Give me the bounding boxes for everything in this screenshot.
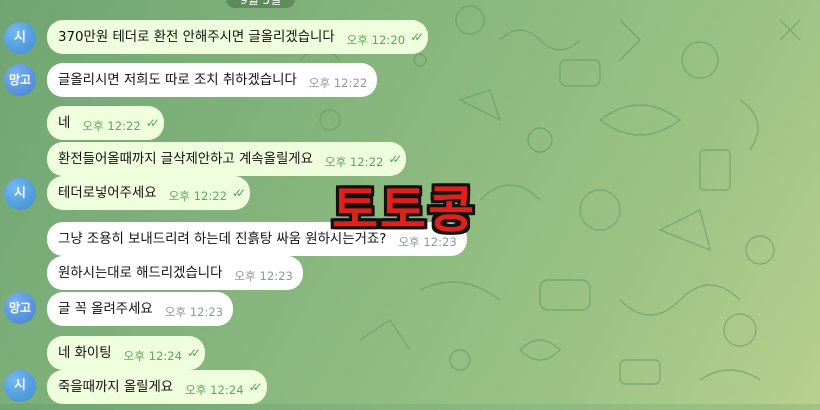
message-time: 오후 12:22 — [168, 189, 227, 203]
double-check-icon: ✓✓ — [232, 186, 246, 200]
message-bubble[interactable]: 원하시는대로 해드리겠습니다 오후 12:23 — [47, 256, 303, 290]
watermark-logo: 토토콩 — [332, 181, 476, 239]
message-row: 시 죽을때까지 올릴게요 오후 12:24 ✓✓ — [0, 370, 820, 410]
message-time: 오후 12:24 — [185, 383, 244, 397]
avatar[interactable]: 시 — [4, 370, 36, 402]
message-bubble[interactable]: 370만원 테더로 환전 안해주시면 글올리겠습니다 오후 12:20 ✓✓ — [47, 20, 429, 54]
double-check-icon: ✓✓ — [410, 30, 424, 44]
message-row: 망고 글 꼭 올려주세요 오후 12:23 — [0, 290, 820, 330]
avatar[interactable]: 망고 — [4, 64, 36, 96]
message-text: 네 — [58, 116, 71, 131]
message-bubble[interactable]: 글올리시면 저희도 따로 조치 취하겠습니다 오후 12:22 — [47, 63, 378, 97]
message-time: 오후 12:23 — [234, 269, 293, 283]
message-bubble[interactable]: 네 화이팅 오후 12:24 ✓✓ — [47, 336, 206, 370]
message-row: 네 오후 12:22 ✓✓ — [0, 106, 820, 146]
message-time: 오후 12:23 — [164, 305, 224, 319]
message-row: 시 370만원 테더로 환전 안해주시면 글올리겠습니다 오후 12:20 ✓✓ — [0, 18, 820, 58]
message-text: 네 화이팅 — [58, 346, 112, 361]
message-text: 환전들어올때까지 글삭제안하고 계속올릴게요 — [58, 152, 313, 167]
message-text: 테더로넣어주세요 — [58, 186, 157, 201]
date-separator: 9월 5일 — [226, 0, 296, 8]
avatar[interactable]: 시 — [4, 178, 36, 210]
message-bubble[interactable]: 글 꼭 올려주세요 오후 12:23 — [47, 292, 234, 326]
message-text: 죽을때까지 올릴게요 — [58, 380, 174, 395]
double-check-icon: ✓✓ — [145, 116, 160, 130]
double-check-icon: ✓✓ — [248, 380, 263, 394]
message-bubble[interactable]: 테더로넣어주세요 오후 12:22 ✓✓ — [47, 176, 251, 210]
avatar[interactable]: 시 — [4, 22, 36, 54]
message-time: 오후 12:20 — [346, 33, 406, 47]
message-text: 원하시는대로 해드리겠습니다 — [58, 266, 223, 281]
message-text: 글 꼭 올려주세요 — [58, 302, 153, 317]
message-text: 370만원 테더로 환전 안해주시면 글올리겠습니다 — [58, 30, 335, 45]
message-time: 오후 12:22 — [308, 76, 368, 90]
double-check-icon: ✓✓ — [186, 346, 201, 360]
message-row: 망고 글올리시면 저희도 따로 조치 취하겠습니다 오후 12:22 — [0, 60, 820, 100]
message-time: 오후 12:22 — [82, 119, 141, 133]
message-text: 글올리시면 저희도 따로 조치 취하겠습니다 — [58, 73, 297, 88]
avatar[interactable]: 망고 — [4, 292, 36, 324]
message-time: 오후 12:24 — [123, 349, 182, 363]
message-bubble[interactable]: 네 오후 12:22 ✓✓ — [47, 106, 164, 140]
message-bubble[interactable]: 죽을때까지 올릴게요 오후 12:24 ✓✓ — [47, 370, 267, 404]
